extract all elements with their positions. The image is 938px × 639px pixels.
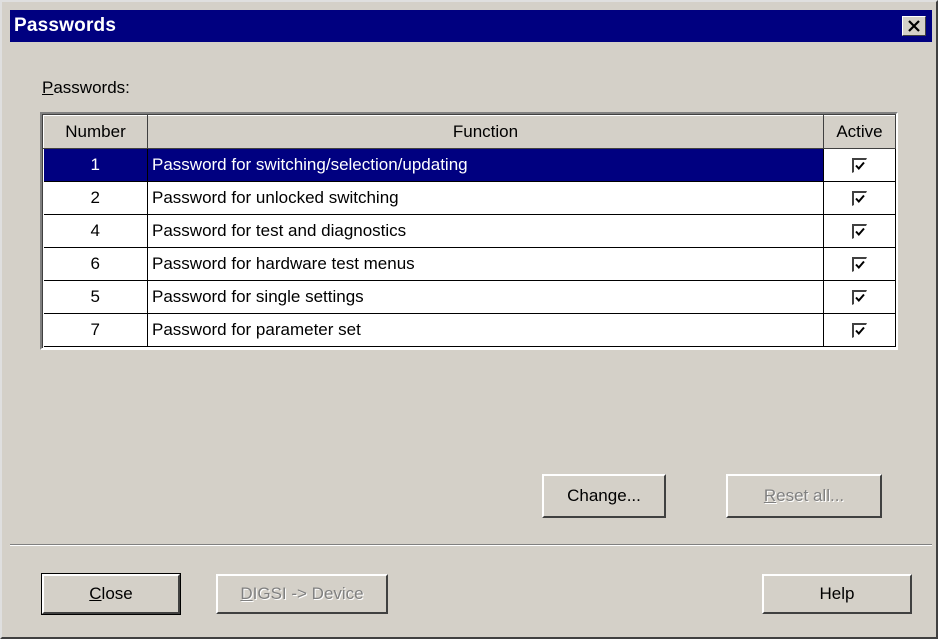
cell-active [823,181,896,215]
cell-function: Password for single settings [147,280,824,314]
reset-all-label-post: eset all... [776,486,845,505]
cell-number: 6 [43,247,148,281]
passwords-table-inner: Number Function Active 1 Password for swi… [42,114,896,348]
checkmark-icon [855,227,865,237]
cell-function: Password for unlocked switching [147,181,824,215]
window-title: Passwords [14,15,117,36]
passwords-table-frame: Number Function Active 1 Password for swi… [40,112,898,350]
change-label-mnemonic: g [607,486,618,505]
active-checkbox[interactable] [852,257,867,273]
change-label-post: e... [617,486,641,505]
table-row[interactable]: 1 Password for switching/selection/updati… [43,148,896,182]
digsi-label-mnemonic: D [240,584,253,603]
table-row[interactable]: 4 Password for test and diagnostics [43,214,896,248]
table-row[interactable]: 6 Password for hardware test menus [43,247,896,281]
passwords-label-rest: asswords: [53,78,130,97]
checkmark-icon [855,194,865,204]
cell-function: Password for test and diagnostics [147,214,824,248]
reset-all-label-mnemonic: R [763,486,777,505]
cell-active [823,214,896,248]
help-label: Help [819,584,855,603]
column-header-number[interactable]: Number [43,115,148,149]
active-checkbox[interactable] [852,323,867,339]
checkmark-icon [855,260,865,270]
digsi-label-post: IGSI -> Device [252,584,364,603]
passwords-label-mnemonic: P [42,78,54,97]
reset-all-button[interactable]: Reset all... [726,474,882,518]
cell-active [823,313,896,347]
cell-number: 5 [43,280,148,314]
checkmark-icon [855,293,865,303]
close-x-icon [908,20,920,32]
column-header-active[interactable]: Active [823,115,896,149]
passwords-label: Passwords: [42,78,130,98]
active-checkbox[interactable] [852,224,867,240]
cell-function: Password for switching/selection/updatin… [147,148,824,182]
passwords-dialog: Passwords Passwords: Number Function Act… [0,0,938,639]
cell-function: Password for hardware test menus [147,247,824,281]
cell-active [823,247,896,281]
checkmark-icon [855,161,865,171]
column-header-function[interactable]: Function [147,115,824,149]
cell-number: 7 [43,313,148,347]
cell-number: 1 [43,148,148,182]
change-label-pre: Chan [567,486,608,505]
checkmark-icon [855,326,865,336]
passwords-table: Number Function Active 1 Password for swi… [43,115,896,347]
active-checkbox[interactable] [852,290,867,306]
close-label-mnemonic: C [89,584,102,603]
cell-number: 2 [43,181,148,215]
table-row[interactable]: 2 Password for unlocked switching [43,181,896,215]
table-header-row: Number Function Active [43,115,896,149]
change-button[interactable]: Chan g e... [542,474,666,518]
table-row[interactable]: 5 Password for single settings [43,280,896,314]
cell-number: 4 [43,214,148,248]
close-button[interactable]: Close [41,573,181,615]
close-label-post: lose [101,584,133,603]
active-checkbox[interactable] [852,191,867,207]
digsi-to-device-button[interactable]: D IGSI -> Device [216,574,388,614]
help-button[interactable]: Help [762,574,912,614]
dialog-separator [10,544,932,546]
cell-function: Password for parameter set [147,313,824,347]
active-checkbox[interactable] [852,158,867,174]
cell-active [823,148,896,182]
table-row[interactable]: 7 Password for parameter set [43,313,896,347]
cell-active [823,280,896,314]
close-window-button[interactable] [902,16,926,36]
title-bar: Passwords [10,10,932,42]
